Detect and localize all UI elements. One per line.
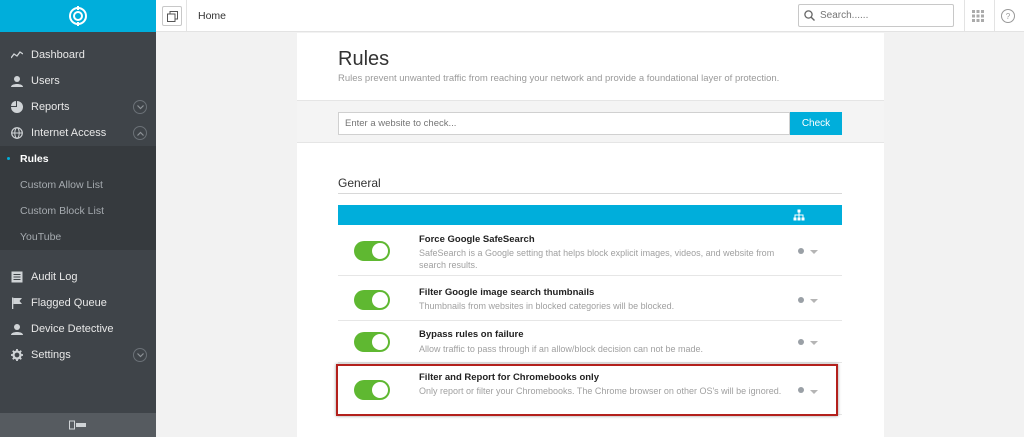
rule-description: SafeSearch is a Google setting that help… (419, 248, 775, 270)
pie-chart-icon (11, 101, 23, 113)
search-icon (804, 10, 815, 21)
status-dot-icon (798, 248, 804, 254)
toggle-knob (372, 243, 388, 259)
chevron-down-icon[interactable] (133, 348, 147, 362)
caret-down-icon[interactable] (810, 299, 818, 303)
sidebar-item-label: Internet Access (31, 127, 107, 139)
sidebar-item-dashboard[interactable]: Dashboard (0, 42, 156, 68)
gear-icon (11, 349, 23, 361)
list-icon (11, 271, 23, 283)
sidebar-item-settings[interactable]: Settings (0, 342, 156, 368)
divider (964, 0, 965, 32)
website-check-input[interactable] (338, 112, 790, 135)
search-box[interactable] (798, 4, 954, 27)
section-title-general: General (338, 176, 381, 190)
rule-description: Only report or filter your Chromebooks. … (419, 386, 782, 396)
rule-toggle[interactable] (354, 380, 390, 400)
sidebar-item-label: Dashboard (31, 49, 85, 61)
rules-card: Rules Rules prevent unwanted traffic fro… (297, 33, 884, 437)
sidebar-item-flagged-queue[interactable]: Flagged Queue (0, 290, 156, 316)
sidebar-collapse-button[interactable] (0, 413, 156, 437)
internet-access-submenu: Rules Custom Allow List Custom Block Lis… (0, 146, 156, 250)
rule-toggle[interactable] (354, 290, 390, 310)
sidebar-item-label: Flagged Queue (31, 297, 107, 309)
sidebar-subitem-label: Custom Block List (20, 205, 105, 217)
rule-title: Bypass rules on failure (419, 329, 524, 340)
sidebar-subitem-custom-allow-list[interactable]: Custom Allow List (0, 172, 156, 198)
divider (994, 0, 995, 32)
sidebar-item-internet-access[interactable]: Internet Access (0, 120, 156, 146)
rule-toggle[interactable] (354, 332, 390, 352)
rule-toggle[interactable] (354, 241, 390, 261)
sidebar-nav: Dashboard Users Reports Internet Access (0, 32, 156, 368)
rule-description: Allow traffic to pass through if an allo… (419, 344, 703, 354)
sidebar-item-label: Audit Log (31, 271, 78, 283)
sidebar: Dashboard Users Reports Internet Access (0, 0, 156, 437)
help-label: ? (1005, 11, 1011, 21)
help-icon[interactable]: ? (1001, 9, 1015, 23)
sidebar-item-users[interactable]: Users (0, 68, 156, 94)
toggle-knob (372, 292, 388, 308)
rule-title: Filter Google image search thumbnails (419, 287, 595, 298)
copy-icon (166, 10, 178, 22)
collapse-toggle-icon (69, 420, 86, 430)
sidebar-subitem-rules[interactable]: Rules (0, 146, 156, 172)
sidebar-item-label: Users (31, 75, 60, 87)
user-icon (11, 323, 23, 335)
website-check-bar: Check (297, 100, 884, 143)
sidebar-subitem-label: Rules (20, 153, 49, 165)
check-button[interactable]: Check (790, 112, 842, 135)
toggle-knob (372, 382, 388, 398)
page-title: Rules (338, 48, 390, 70)
caret-down-icon[interactable] (810, 390, 818, 394)
rule-row-bypass-on-failure: Bypass rules on failure Allow traffic to… (338, 321, 842, 363)
chevron-down-icon[interactable] (133, 100, 147, 114)
sidebar-subitem-youtube[interactable]: YouTube (0, 224, 156, 250)
breadcrumb-home[interactable]: Home (198, 10, 226, 22)
status-dot-icon (798, 387, 804, 393)
sidebar-item-label: Settings (31, 349, 71, 361)
toggle-knob (372, 334, 388, 350)
chevron-up-icon[interactable] (133, 126, 147, 140)
user-icon (11, 75, 23, 87)
hierarchy-icon[interactable] (793, 209, 805, 221)
sidebar-subitem-custom-block-list[interactable]: Custom Block List (0, 198, 156, 224)
sidebar-item-reports[interactable]: Reports (0, 94, 156, 120)
sidebar-subitem-label: YouTube (20, 231, 62, 243)
rule-title: Filter and Report for Chromebooks only (419, 372, 599, 383)
sidebar-item-device-detective[interactable]: Device Detective (0, 316, 156, 342)
flag-icon (11, 297, 23, 309)
page-subtitle: Rules prevent unwanted traffic from reac… (338, 73, 780, 84)
caret-down-icon[interactable] (810, 341, 818, 345)
rules-table-header (338, 205, 842, 225)
window-toggle-button[interactable] (162, 6, 182, 26)
rule-description: Thumbnails from websites in blocked cate… (419, 301, 675, 311)
sidebar-item-audit-log[interactable]: Audit Log (0, 264, 156, 290)
search-input[interactable] (820, 10, 950, 21)
shield-logo-icon[interactable] (67, 5, 89, 27)
section-divider (338, 193, 842, 194)
rule-row-filter-thumbnails: Filter Google image search thumbnails Th… (338, 276, 842, 321)
logo-bar (0, 0, 156, 32)
status-dot-icon (798, 339, 804, 345)
status-dot-icon (798, 297, 804, 303)
apps-grid-icon[interactable] (971, 9, 985, 23)
caret-down-icon[interactable] (810, 250, 818, 254)
sidebar-item-label: Device Detective (31, 323, 114, 335)
sidebar-item-label: Reports (31, 101, 70, 113)
rule-row-chromebooks-only: Filter and Report for Chromebooks only O… (338, 363, 842, 415)
rule-row-force-safesearch: Force Google SafeSearch SafeSearch is a … (338, 226, 842, 276)
rule-title: Force Google SafeSearch (419, 234, 535, 245)
chart-line-icon (11, 49, 23, 61)
sidebar-subitem-label: Custom Allow List (20, 179, 103, 191)
divider (186, 0, 187, 32)
globe-icon (11, 127, 23, 139)
top-bar: Home ? (156, 0, 1024, 32)
